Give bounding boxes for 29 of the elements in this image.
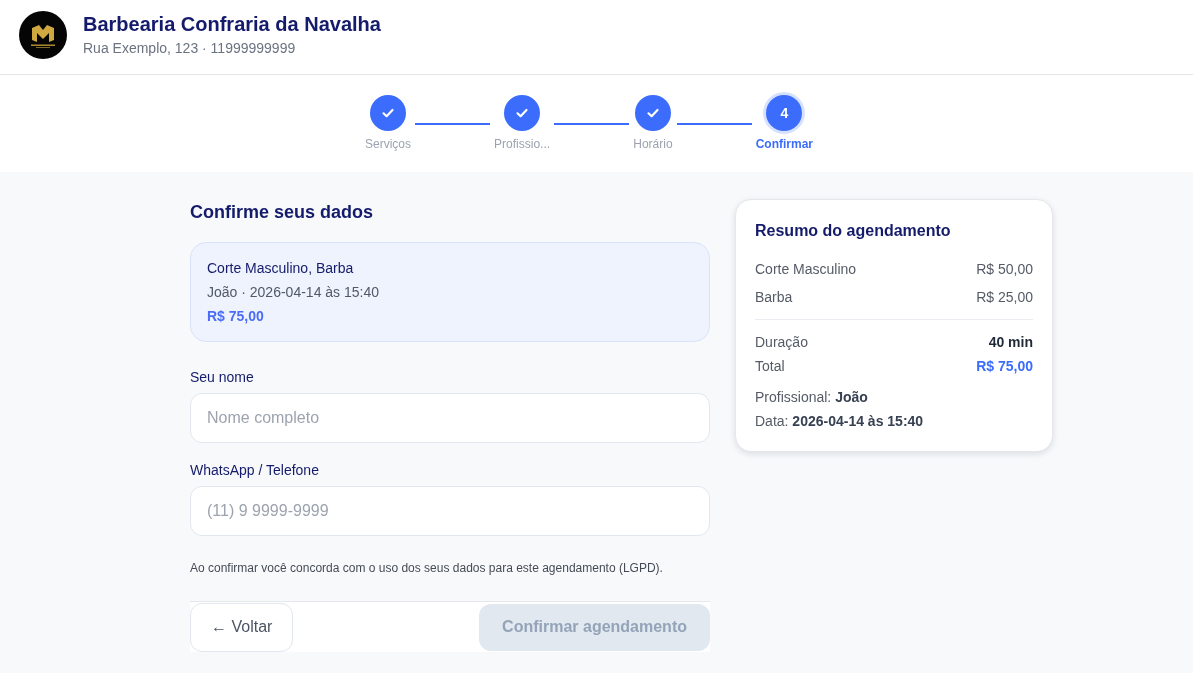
booking-services: Corte Masculino, Barba [207,259,355,278]
service-name: Corte Masculino [755,260,857,279]
summary-detail: Profissional: João [755,388,869,407]
step-label: Horário [633,136,673,152]
summary-value: 40 min [988,333,1033,352]
service-price: R$ 50,00 [976,260,1033,279]
step-label: Confirmar [755,136,813,152]
consent-text: Ao confirmar você concorda com o uso dos seus dados para este agendamento (LGPD). [190,560,664,576]
step-number: 4 [766,95,803,131]
booking-details: João · 2026-04-14 às 15:40 [207,283,380,302]
summary-value: R$ 75,00 [976,357,1033,376]
service-price: R$ 25,00 [976,288,1033,307]
step-label: Serviços [365,136,411,152]
service-name: Barba [755,288,793,307]
business-address: Rua Exemplo, 123 · 11999999999 [83,39,297,58]
field-label: Seu nome [190,368,255,387]
input-field[interactable]: (11) 9 9999-9999 [190,486,710,536]
field-label: WhatsApp / Telefone [190,461,320,480]
summary-title: Resumo do agendamento [755,221,952,241]
summary-label: Duração [755,333,808,352]
back-button[interactable]: ← Voltar [190,602,294,652]
booking-price: R$ 75,00 [207,307,265,326]
form-title: Confirme seus dados [190,201,375,223]
logo-icon [19,11,67,59]
input-field[interactable]: Nome completo [190,393,710,443]
summary-detail: Data: 2026-04-14 às 15:40 [755,412,925,431]
step-label: Profissio... [494,136,551,152]
business-name: Barbearia Confraria da Navalha [83,12,381,36]
summary-label: Total [755,357,785,376]
